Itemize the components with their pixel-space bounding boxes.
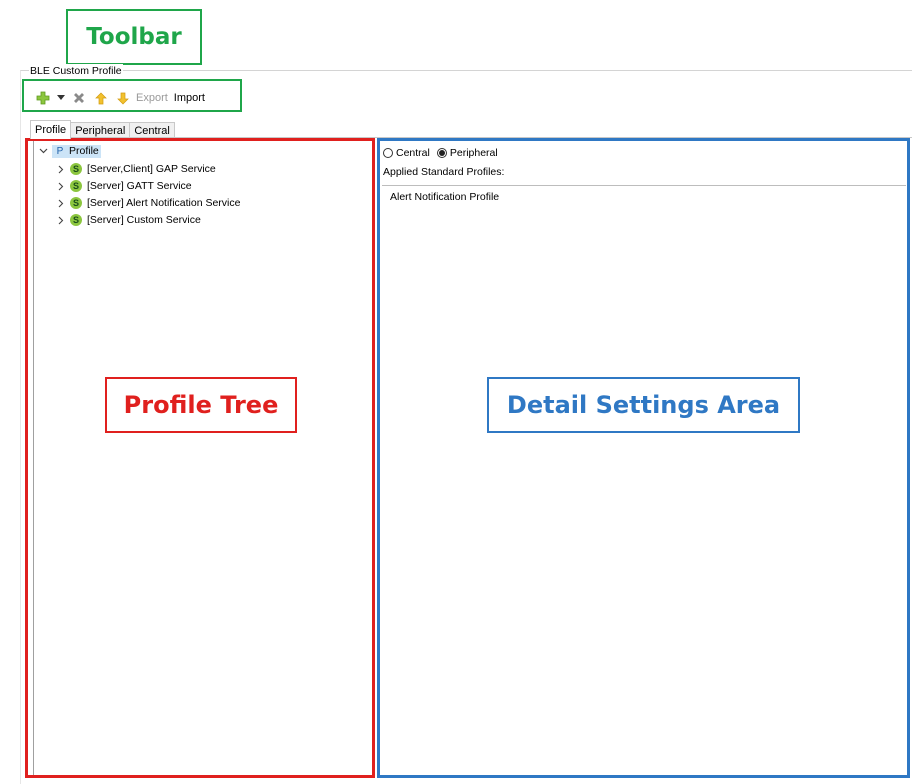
toolbar-annotation-label: Toolbar	[66, 9, 202, 65]
detail-area-highlight-box	[377, 138, 910, 778]
tab-profile[interactable]: Profile	[30, 120, 72, 139]
toolbar-highlight-box	[22, 79, 242, 112]
profile-tree-annotation-label: Profile Tree	[105, 377, 297, 433]
profile-tree-highlight-box	[25, 138, 375, 778]
window-title: BLE Custom Profile	[29, 64, 123, 78]
tab-strip: Profile Peripheral Central	[30, 120, 175, 139]
detail-area-annotation-label: Detail Settings Area	[487, 377, 800, 433]
